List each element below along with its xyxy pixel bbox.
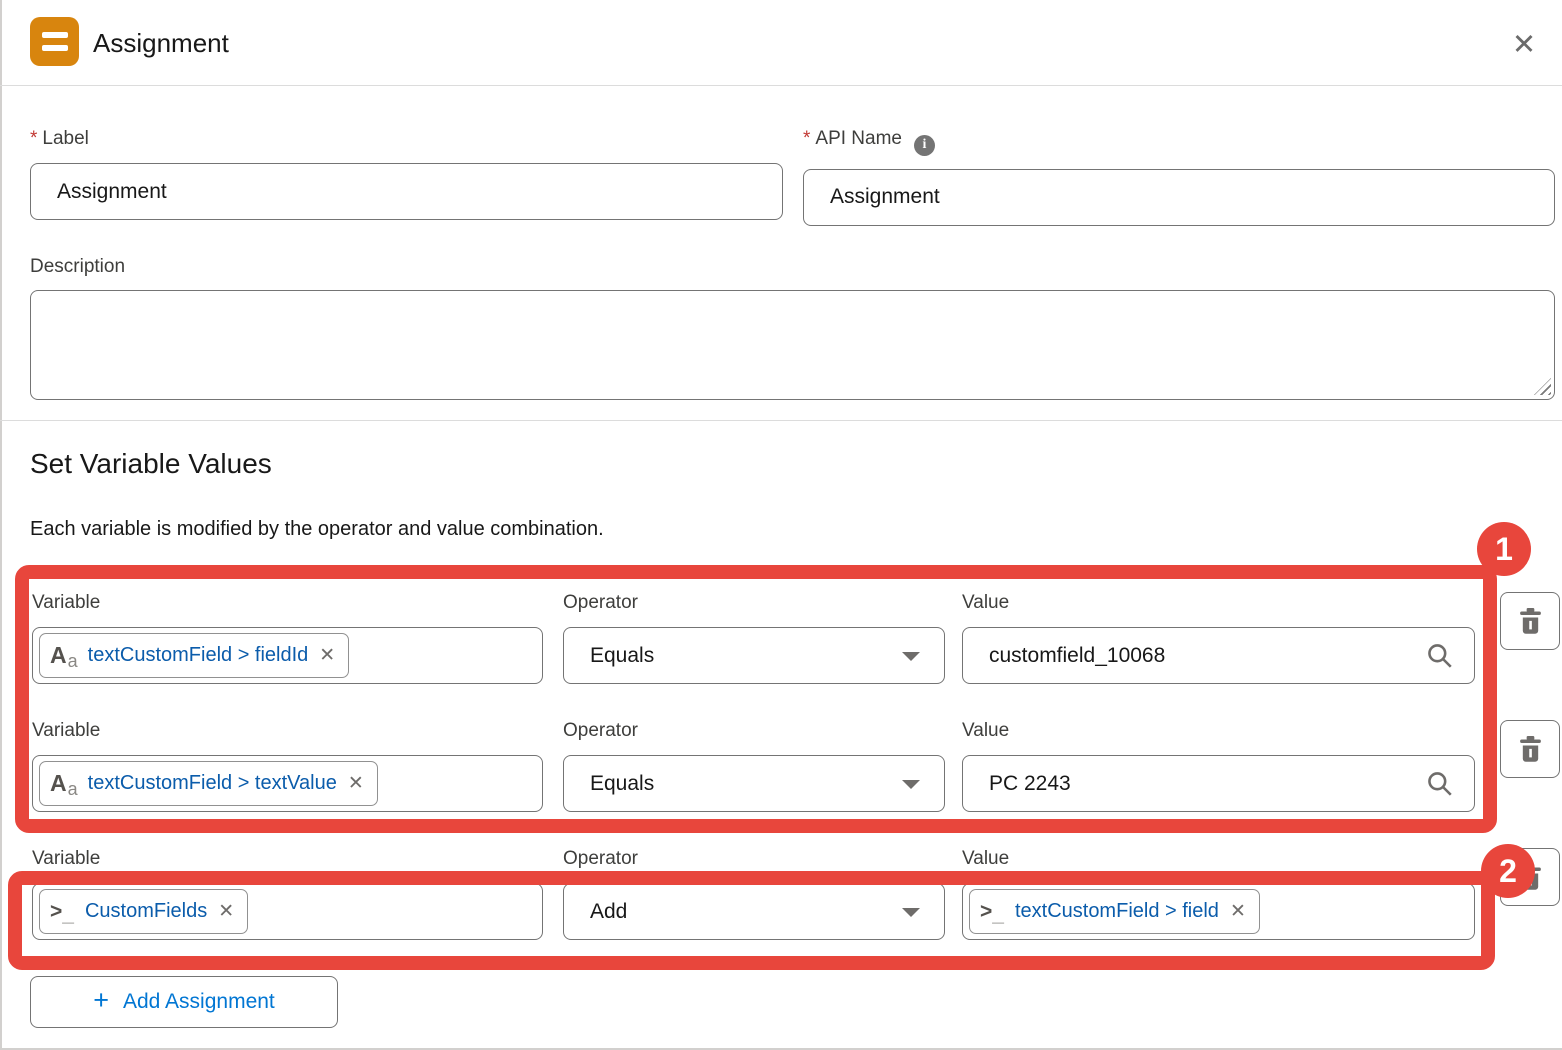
trash-icon bbox=[1518, 736, 1543, 763]
resource-pill[interactable]: >_ textCustomField > field ✕ bbox=[969, 889, 1260, 934]
chevron-down-icon bbox=[902, 652, 920, 661]
label-input[interactable]: Assignment bbox=[30, 163, 783, 220]
trash-icon bbox=[1518, 608, 1543, 635]
delete-assignment-button[interactable] bbox=[1500, 592, 1560, 650]
variable-column-label: Variable bbox=[32, 592, 543, 614]
resource-pill[interactable]: >_ CustomFields ✕ bbox=[39, 889, 248, 934]
remove-pill-icon[interactable]: ✕ bbox=[319, 646, 335, 665]
section-help-text: Each variable is modified by the operato… bbox=[30, 518, 604, 541]
operator-dropdown[interactable]: Equals bbox=[563, 627, 945, 684]
info-icon[interactable]: i bbox=[914, 135, 935, 156]
remove-pill-icon[interactable]: ✕ bbox=[348, 774, 364, 793]
plus-icon: + bbox=[93, 985, 109, 1016]
resource-pill[interactable]: Aa textCustomField > textValue ✕ bbox=[39, 761, 378, 806]
search-icon[interactable] bbox=[1426, 642, 1454, 670]
operator-column-label: Operator bbox=[563, 848, 945, 870]
variable-combobox[interactable]: Aa textCustomField > textValue ✕ bbox=[32, 755, 543, 812]
section-title: Set Variable Values bbox=[30, 448, 272, 480]
assignment-dialog: Assignment ✕ *Label Assignment *API Name… bbox=[0, 0, 1562, 1050]
description-field-group: Description bbox=[30, 256, 1555, 400]
value-column-label: Value bbox=[962, 848, 1475, 870]
assignment-element-icon bbox=[30, 17, 79, 66]
operator-dropdown[interactable]: Add bbox=[563, 883, 945, 940]
value-combobox[interactable]: >_ textCustomField > field ✕ bbox=[962, 883, 1475, 940]
value-input[interactable]: customfield_10068 bbox=[962, 627, 1475, 684]
description-field-label: Description bbox=[30, 256, 1555, 278]
assignment-row: Variable Aa textCustomField > textValue … bbox=[32, 720, 1562, 816]
assignment-row: Variable Aa textCustomField > fieldId ✕ … bbox=[32, 592, 1562, 688]
api-name-field-group: *API Namei Assignment bbox=[803, 128, 1555, 226]
value-column-label: Value bbox=[962, 592, 1475, 614]
apex-type-icon: >_ bbox=[50, 901, 74, 922]
text-type-icon: Aa bbox=[50, 644, 77, 667]
annotation-badge-1: 1 bbox=[1477, 522, 1531, 576]
resource-pill[interactable]: Aa textCustomField > fieldId ✕ bbox=[39, 633, 349, 678]
dialog-header: Assignment ✕ bbox=[0, 0, 1562, 86]
delete-assignment-button[interactable] bbox=[1500, 720, 1560, 778]
description-textarea[interactable] bbox=[30, 290, 1555, 400]
api-name-input[interactable]: Assignment bbox=[803, 169, 1555, 226]
variable-combobox[interactable]: Aa textCustomField > fieldId ✕ bbox=[32, 627, 543, 684]
chevron-down-icon bbox=[902, 780, 920, 789]
add-assignment-button[interactable]: + Add Assignment bbox=[30, 976, 338, 1028]
variable-column-label: Variable bbox=[32, 720, 543, 742]
dialog-title: Assignment bbox=[93, 0, 229, 86]
assignment-row: Variable >_ CustomFields ✕ Operator Add … bbox=[32, 848, 1562, 944]
operator-column-label: Operator bbox=[563, 592, 945, 614]
remove-pill-icon[interactable]: ✕ bbox=[1230, 902, 1246, 921]
operator-dropdown[interactable]: Equals bbox=[563, 755, 945, 812]
variable-column-label: Variable bbox=[32, 848, 543, 870]
chevron-down-icon bbox=[902, 908, 920, 917]
apex-type-icon: >_ bbox=[980, 901, 1004, 922]
value-input[interactable]: PC 2243 bbox=[962, 755, 1475, 812]
value-column-label: Value bbox=[962, 720, 1475, 742]
label-field-label: *Label bbox=[30, 128, 783, 150]
section-divider bbox=[0, 420, 1562, 421]
operator-column-label: Operator bbox=[563, 720, 945, 742]
api-name-field-label: *API Namei bbox=[803, 128, 1555, 156]
remove-pill-icon[interactable]: ✕ bbox=[218, 902, 234, 921]
search-icon[interactable] bbox=[1426, 770, 1454, 798]
trash-icon bbox=[1518, 864, 1543, 891]
text-type-icon: Aa bbox=[50, 772, 77, 795]
required-asterisk: * bbox=[30, 128, 37, 149]
required-asterisk: * bbox=[803, 128, 810, 149]
close-icon[interactable]: ✕ bbox=[1504, 24, 1544, 64]
label-field-group: *Label Assignment bbox=[30, 128, 783, 220]
variable-combobox[interactable]: >_ CustomFields ✕ bbox=[32, 883, 543, 940]
delete-assignment-button[interactable] bbox=[1500, 848, 1560, 906]
